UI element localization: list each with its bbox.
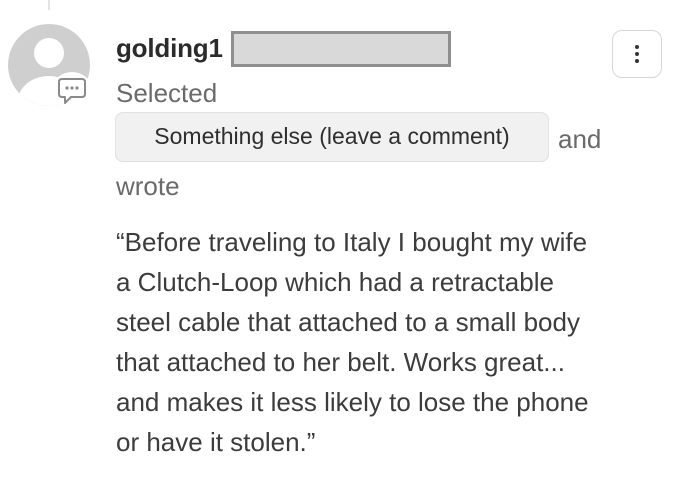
- selected-label: Selected: [116, 78, 218, 108]
- comment-bubble-icon: [52, 72, 92, 108]
- quote-line: or have it stolen.”: [116, 427, 316, 457]
- username-redaction-box: [231, 31, 451, 67]
- username[interactable]: golding1: [116, 33, 223, 64]
- comment-quote: “Before traveling to Italy I bought my w…: [116, 222, 676, 462]
- quote-line: a Clutch-Loop which had a retractable: [116, 267, 554, 297]
- quote-line: that attached to her belt. Works great..…: [116, 347, 565, 377]
- selected-choice-chip: Something else (leave a comment): [115, 112, 549, 162]
- quote-line: steel cable that attached to a small bod…: [116, 307, 580, 337]
- vertical-ellipsis-icon: [635, 45, 639, 63]
- quote-line: and makes it less likely to lose the pho…: [116, 387, 589, 417]
- avatar-head-shape: [34, 38, 64, 68]
- wrote-label: wrote: [116, 171, 180, 201]
- thread-connector-line: [48, 0, 50, 10]
- and-label: and: [558, 124, 602, 154]
- more-options-button[interactable]: [612, 30, 662, 78]
- quote-line: “Before traveling to Italy I bought my w…: [116, 227, 588, 257]
